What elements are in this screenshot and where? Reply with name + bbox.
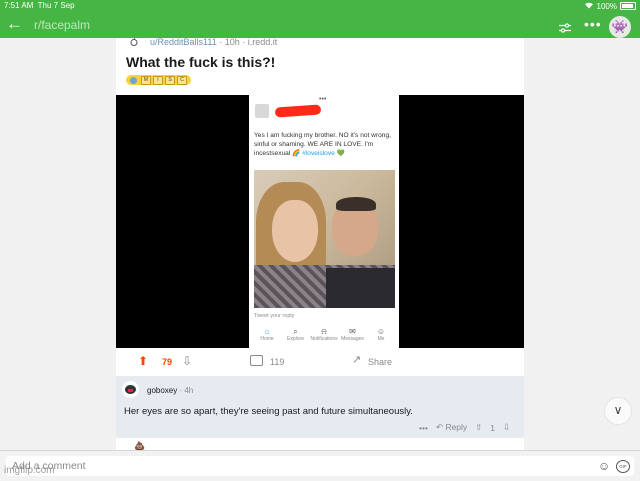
comment-actions: ••• ↶ Reply ⇧ 1 ⇩ <box>419 422 510 433</box>
snoo-icon <box>130 38 138 46</box>
redacted-name <box>274 104 322 118</box>
post-age: 10h <box>224 38 240 47</box>
comment-text: Her eyes are so apart, they're seeing pa… <box>124 406 413 417</box>
bell-icon: ⍾ <box>321 327 327 336</box>
tweet-text: Yes I am fucking my brother. NO it's not… <box>254 132 391 157</box>
tweet-nav-bar: ⌂ Home ⌕ Explore ⍾ Notifications ✉ Messages … <box>253 327 395 347</box>
commenter-avatar[interactable] <box>122 381 139 398</box>
tweet-more-icon: ••• <box>319 96 327 103</box>
share-button[interactable]: Share <box>368 357 392 367</box>
wifi-icon <box>584 1 594 11</box>
next-comment-avatar: 💩 <box>134 441 146 450</box>
comment-age: 4h <box>184 386 194 395</box>
post-image[interactable]: ••• Yes I am fucking my brother. NO it's… <box>116 95 524 348</box>
downvote-icon[interactable]: ⇩ <box>182 354 192 368</box>
mail-icon: ✉ <box>349 327 356 336</box>
status-right: 100% <box>584 1 636 11</box>
battery-icon <box>620 2 636 10</box>
comment-vote-count: 1 <box>490 422 496 433</box>
flair-emoji-icon <box>130 76 137 84</box>
vote-count: 79 <box>162 357 173 367</box>
flair-letter: C <box>177 75 187 85</box>
comment-item: goboxey · 4h Her eyes are so apart, they… <box>116 376 524 438</box>
subreddit-title[interactable]: r/facepalm <box>34 18 90 32</box>
battery-percent: 100% <box>596 1 617 11</box>
add-comment-input[interactable]: Add a comment ☺ GIF <box>6 456 634 476</box>
home-icon: ⌂ <box>264 327 270 336</box>
gif-icon[interactable]: GIF <box>616 460 630 473</box>
comment-composer-bar: Add a comment ☺ GIF <box>0 450 640 481</box>
comment-upvote-icon[interactable]: ⇧ <box>475 422 482 433</box>
top-app-bar: ← r/facepalm ••• 👾 <box>0 12 640 38</box>
flair-letter: S <box>165 75 175 85</box>
tweet-nav-me: ☺ Me <box>367 327 395 347</box>
reply-button[interactable]: ↶ Reply <box>436 422 467 433</box>
flair-letter: I <box>153 75 163 85</box>
comment-username[interactable]: goboxey <box>147 386 177 395</box>
upvote-icon[interactable]: ⬆ <box>138 354 148 368</box>
comment-icon[interactable] <box>250 355 263 366</box>
tweet-nav-home: ⌂ Home <box>253 327 281 347</box>
flair-letter: M <box>141 75 151 85</box>
emoji-icon[interactable]: ☺ <box>598 459 610 473</box>
post-author[interactable]: u/RedditBalls111 <box>150 38 217 47</box>
watermark: imgflip.com <box>4 465 55 476</box>
filter-icon[interactable] <box>559 20 571 33</box>
post-meta: u/RedditBalls111 · 10h · i.redd.it <box>150 38 278 47</box>
status-bar: 7:51 AM Thu 7 Sep 100% <box>0 0 640 12</box>
reply-icon: ↶ <box>435 422 444 432</box>
comment-count[interactable]: 119 <box>270 357 284 367</box>
post-card: u/RedditBalls111 · 10h · i.redd.it What … <box>116 38 524 450</box>
comment-downvote-icon[interactable]: ⇩ <box>503 422 510 433</box>
more-options-icon[interactable]: ••• <box>584 16 602 32</box>
post-flair[interactable]: M I S C <box>126 75 191 85</box>
tweet-avatar <box>255 104 269 118</box>
tweet-nav-messages: ✉ Messages <box>339 327 367 347</box>
tweet-reply-field: Tweet your reply <box>254 313 295 319</box>
share-icon[interactable]: ↗ <box>352 353 361 366</box>
person-icon: ☺ <box>376 327 386 336</box>
post-actions: ⬆ 79 ⇩ 119 ↗ Share <box>116 350 524 374</box>
tweet-nav-notifications: ⍾ Notifications <box>310 327 338 342</box>
profile-avatar[interactable]: 👾 <box>609 16 631 38</box>
comment-meta: goboxey · 4h <box>147 386 194 395</box>
back-arrow-icon[interactable]: ← <box>6 15 23 33</box>
tweet-photo <box>254 170 395 308</box>
right-margin <box>524 38 640 450</box>
post-title[interactable]: What the fuck is this?! <box>126 54 275 70</box>
search-icon: ⌕ <box>293 327 298 336</box>
status-time: 7:51 AM Thu 7 Sep <box>4 1 75 10</box>
tweet-nav-explore: ⌕ Explore <box>282 327 310 347</box>
tweet-screenshot: ••• Yes I am fucking my brother. NO it's… <box>249 95 399 348</box>
chevron-down-icon[interactable]: ∨ <box>604 397 632 425</box>
left-margin <box>0 38 116 450</box>
comment-more-icon[interactable]: ••• <box>419 423 428 433</box>
post-domain[interactable]: i.redd.it <box>248 38 278 47</box>
